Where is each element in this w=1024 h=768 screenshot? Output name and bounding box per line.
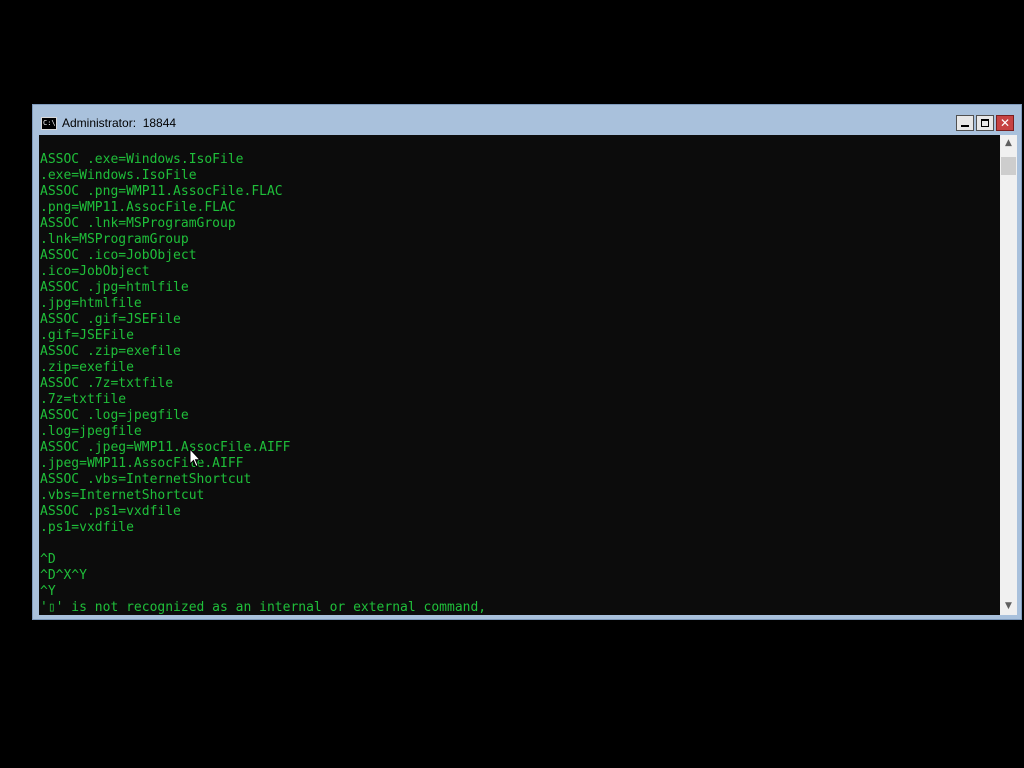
console-line: .ps1=vxdfile <box>40 520 134 535</box>
console-line: .jpg=htmlfile <box>40 296 142 311</box>
scroll-thumb[interactable] <box>1001 157 1016 175</box>
command-prompt-window: C:\ Administrator: 18844 ✕ ASSOC .exe=Wi… <box>32 104 1022 620</box>
console-line: .vbs=InternetShortcut <box>40 488 205 503</box>
minimize-button[interactable] <box>956 115 974 131</box>
console-line: ASSOC .vbs=InternetShortcut <box>40 472 252 487</box>
console-lines: ASSOC .exe=Windows.IsoFile .exe=Windows.I… <box>40 152 486 615</box>
console-line: .7z=txtfile <box>40 392 127 407</box>
console-line: '▯' is not recognized as an internal or … <box>40 600 487 615</box>
console-line: ASSOC .log=jpegfile <box>40 408 189 423</box>
console-line: ^D^X^Y <box>40 568 87 583</box>
window-title: Administrator: 18844 <box>62 116 177 130</box>
console-line: ASSOC .exe=Windows.IsoFile <box>40 152 244 167</box>
console-line: ASSOC .ico=JobObject <box>40 248 197 263</box>
console-output[interactable]: ASSOC .exe=Windows.IsoFile .exe=Windows.I… <box>39 135 1000 615</box>
console-line: ASSOC .gif=JSEFile <box>40 312 181 327</box>
maximize-button[interactable] <box>976 115 994 131</box>
console-line: ASSOC .7z=txtfile <box>40 376 174 391</box>
desktop: C:\ Administrator: 18844 ✕ ASSOC .exe=Wi… <box>0 0 1024 768</box>
console-line: .gif=JSEFile <box>40 328 134 343</box>
console-line: .png=WMP11.AssocFile.FLAC <box>40 200 236 215</box>
console-line: ASSOC .lnk=MSProgramGroup <box>40 216 236 231</box>
console-line: ASSOC .zip=exefile <box>40 344 181 359</box>
scroll-up-button[interactable]: ▲ <box>1000 135 1017 152</box>
console-line: .jpeg=WMP11.AssocFile.AIFF <box>40 456 244 471</box>
scroll-down-button[interactable]: ▼ <box>1000 598 1017 615</box>
console-line: ASSOC .jpeg=WMP11.AssocFile.AIFF <box>40 440 291 455</box>
console-line: .ico=JobObject <box>40 264 150 279</box>
close-button[interactable]: ✕ <box>996 115 1014 131</box>
close-icon: ✕ <box>999 116 1011 130</box>
title-bar[interactable]: C:\ Administrator: 18844 ✕ <box>33 105 1021 135</box>
console-line: ^Y <box>40 584 56 599</box>
console-line: .lnk=MSProgramGroup <box>40 232 189 247</box>
chevron-up-icon: ▲ <box>1005 138 1012 148</box>
vertical-scrollbar[interactable]: ▲ ▼ <box>1000 135 1017 615</box>
console-line: ASSOC .png=WMP11.AssocFile.FLAC <box>40 184 283 199</box>
console-line: ASSOC .ps1=vxdfile <box>40 504 181 519</box>
console-line: .exe=Windows.IsoFile <box>40 168 197 183</box>
console-line: ^D <box>40 552 56 567</box>
chevron-down-icon: ▼ <box>1005 601 1012 611</box>
console-line: .zip=exefile <box>40 360 134 375</box>
console-line: .log=jpegfile <box>40 424 142 439</box>
mouse-pointer-icon <box>189 448 201 468</box>
console-line: ASSOC .jpg=htmlfile <box>40 280 189 295</box>
cmd-app-icon[interactable]: C:\ <box>41 117 57 130</box>
